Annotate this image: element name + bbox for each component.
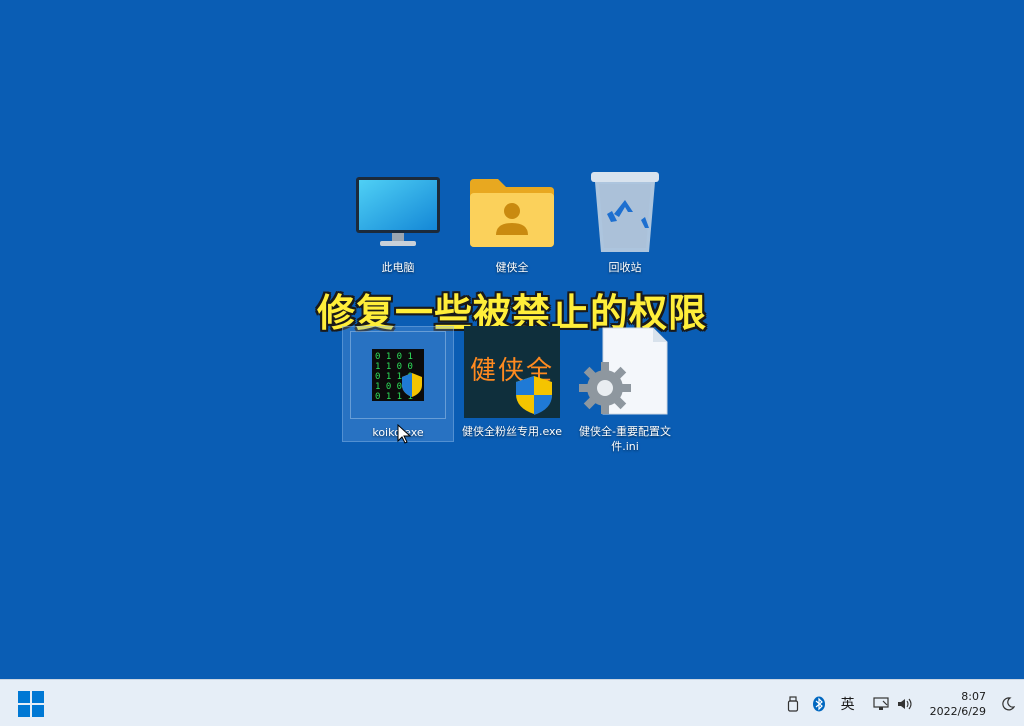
fans-exe-label: 健侠全粉丝专用.exe <box>461 425 562 438</box>
binary-shield-icon: 0 1 0 1 1 1 0 0 0 1 1 0 1 0 0 1 0 1 1 1 <box>350 331 446 419</box>
recycle-bin-label: 回收站 <box>608 261 642 274</box>
moon-icon[interactable] <box>998 696 1018 711</box>
svg-text:0 1 0 1: 0 1 0 1 <box>375 352 413 362</box>
taskbar: 英 8:07 2022/6/29 <box>0 679 1024 726</box>
this-pc-label: 此电脑 <box>381 261 415 274</box>
user-folder-shortcut[interactable]: 健侠全 <box>456 170 568 275</box>
user-folder-icon <box>462 170 562 254</box>
settings-file-icon <box>575 326 675 418</box>
fans-exe-shortcut[interactable]: 健侠全 健侠全粉丝专用.exe <box>456 326 568 439</box>
system-tray: 英 8:07 2022/6/29 <box>782 680 1024 726</box>
user-folder-label: 健侠全 <box>495 261 529 274</box>
clock-time: 8:07 <box>961 689 986 703</box>
windows-logo-icon <box>18 691 44 717</box>
usb-drive-icon[interactable] <box>782 695 804 712</box>
mouse-cursor-icon <box>397 424 411 444</box>
clock[interactable]: 8:07 2022/6/29 <box>930 689 986 719</box>
config-ini-label: 健侠全-重要配置文件.ini <box>579 425 671 453</box>
this-pc-shortcut[interactable]: 此电脑 <box>342 170 454 275</box>
config-ini-shortcut[interactable]: 健侠全-重要配置文件.ini <box>569 326 681 454</box>
clock-date: 2022/6/29 <box>929 704 986 718</box>
bluetooth-icon[interactable] <box>808 696 830 712</box>
start-button[interactable] <box>18 691 44 717</box>
input-method-indicator[interactable]: 英 <box>836 694 860 714</box>
volume-icon[interactable] <box>894 697 916 711</box>
recycle-bin-icon <box>575 170 675 254</box>
network-icon[interactable] <box>870 696 892 711</box>
app-shield-icon: 健侠全 <box>462 326 562 418</box>
monitor-icon <box>348 170 448 254</box>
desktop: 此电脑 健侠全 回收站 修复一些被禁止的权限 0 1 0 1 1 1 0 0 0… <box>0 0 1024 679</box>
recycle-bin-shortcut[interactable]: 回收站 <box>569 170 681 275</box>
svg-text:1 1 0 0: 1 1 0 0 <box>375 362 413 372</box>
